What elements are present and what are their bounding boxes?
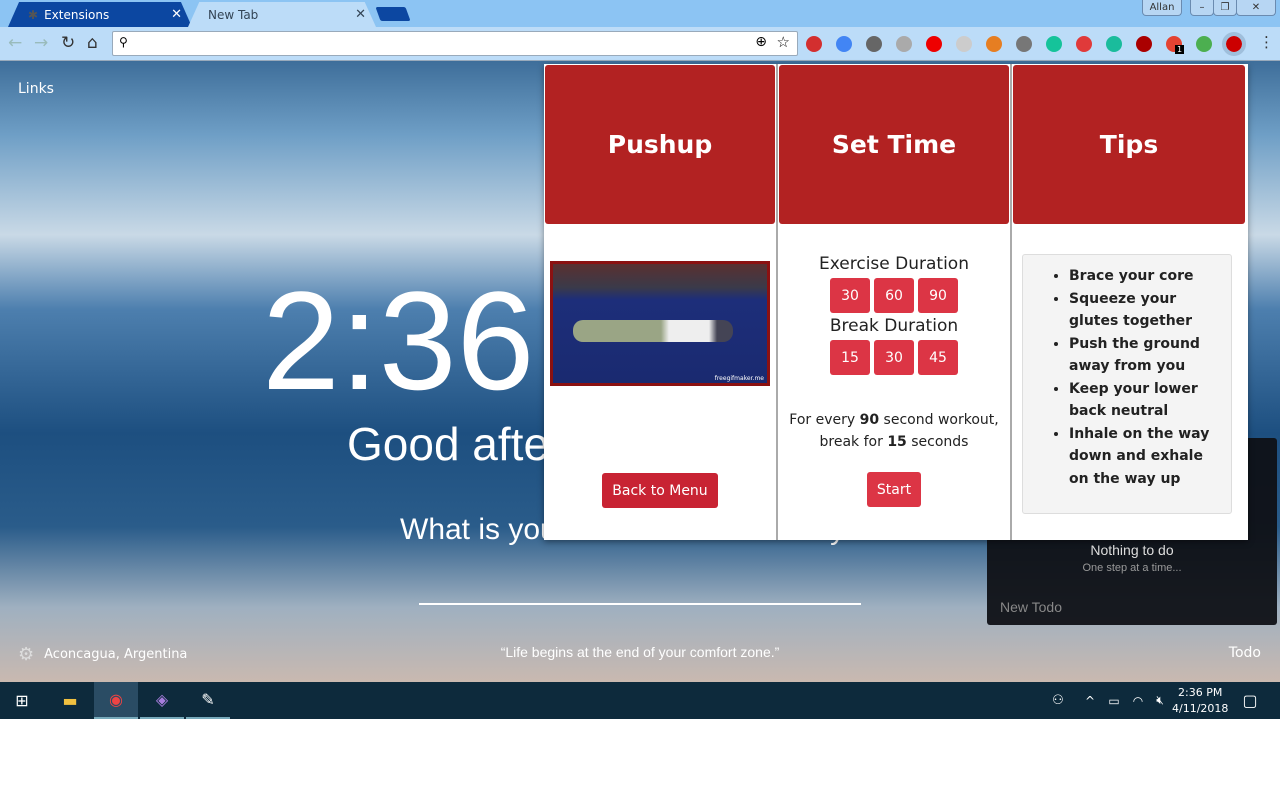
basketball-icon[interactable] xyxy=(986,36,1002,52)
close-tab-icon[interactable]: ✕ xyxy=(171,7,182,22)
forward-icon[interactable]: → xyxy=(34,33,48,53)
system-clock[interactable]: 2:36 PM 4/11/2018 xyxy=(1172,685,1228,717)
plus-shield-icon[interactable] xyxy=(1136,36,1152,52)
badge: 1 xyxy=(1175,45,1185,54)
exercise-column: Pushup freegifmaker.me Back to Menu xyxy=(544,64,778,540)
tab-extensions[interactable]: ✱ Extensions ✕ xyxy=(8,2,192,27)
tips-title: Tips xyxy=(1013,65,1245,224)
address-bar[interactable]: ⚲ ⊕ ☆ xyxy=(112,31,798,56)
search-icon: ⚲ xyxy=(119,35,128,49)
back-icon[interactable]: ← xyxy=(8,33,22,53)
close-tab-icon[interactable]: ✕ xyxy=(355,7,366,22)
break-45-button[interactable]: 45 xyxy=(918,340,958,375)
action-center-icon[interactable]: ▢ xyxy=(1228,682,1272,719)
visual-studio-icon[interactable]: ◈ xyxy=(140,682,184,719)
exercise-title: Pushup xyxy=(545,65,775,224)
new-tab-button[interactable] xyxy=(375,7,411,21)
tab-new-tab[interactable]: New Tab ✕ xyxy=(188,2,376,27)
rm-icon[interactable] xyxy=(1222,32,1246,56)
taskbar: ⊞ ▬ ◉ ◈ ✎ ⚇ ^ ▭ ◠ 🔇︎ 2:36 PM 4/11/2018 ▢ xyxy=(0,682,1280,719)
css-icon[interactable] xyxy=(896,36,912,52)
break-duration-label: Break Duration xyxy=(829,316,959,336)
pushup-animation: freegifmaker.me xyxy=(550,261,770,386)
todo-empty-text: Nothing to do xyxy=(1090,542,1174,558)
set-time-column: Set Time Exercise Duration 30 60 90 Brea… xyxy=(778,64,1012,540)
menu-icon[interactable]: ⋮ xyxy=(1259,33,1274,51)
bookmark-star-icon[interactable]: ☆ xyxy=(777,33,790,51)
m-icon[interactable] xyxy=(1106,36,1122,52)
book-icon[interactable] xyxy=(806,36,822,52)
paint-icon[interactable]: ✎ xyxy=(186,682,230,719)
windows-start-icon[interactable]: ⊞ xyxy=(0,682,44,719)
links-button[interactable]: Links xyxy=(18,81,54,97)
location: ⚙ Aconcagua, Argentina xyxy=(18,644,188,665)
schedule-summary: For every 90 second workout, break for 1… xyxy=(789,412,999,450)
tip-item: Squeeze your glutes together xyxy=(1069,288,1223,333)
gear-icon[interactable]: ⚙ xyxy=(18,644,34,665)
file-explorer-icon[interactable]: ▬ xyxy=(48,682,92,719)
break-30-button[interactable]: 30 xyxy=(874,340,914,375)
compass-icon[interactable] xyxy=(1196,36,1212,52)
grammarly-icon[interactable] xyxy=(1046,36,1062,52)
record-icon[interactable] xyxy=(1076,36,1092,52)
ublock-icon[interactable] xyxy=(866,36,882,52)
tips-column: Tips Brace your core Squeeze your glutes… xyxy=(1012,64,1246,540)
tab-bar: ✱ Extensions ✕ New Tab ✕ Allan – ❐ ✕ xyxy=(0,0,1280,27)
tip-item: Brace your core xyxy=(1069,265,1223,288)
tip-item: Keep your lower back neutral xyxy=(1069,378,1223,423)
focus-input[interactable] xyxy=(419,603,861,605)
translate-icon[interactable] xyxy=(836,36,852,52)
clock: 2:36 xyxy=(262,262,535,419)
chrome-icon[interactable]: ◉ xyxy=(94,682,138,719)
start-button[interactable]: Start xyxy=(867,472,921,507)
todoist-icon[interactable]: 1 xyxy=(1166,36,1185,54)
new-todo-input[interactable]: New Todo xyxy=(1000,599,1062,615)
tips-list: Brace your core Squeeze your glutes toge… xyxy=(1022,254,1232,514)
home-icon[interactable]: ⌂ xyxy=(87,33,98,53)
todo-subtext: One step at a time... xyxy=(1082,562,1182,574)
break-15-button[interactable]: 15 xyxy=(830,340,870,375)
profile-button[interactable]: Allan xyxy=(1142,0,1182,16)
exercise-90-button[interactable]: 90 xyxy=(918,278,958,313)
restore-button[interactable]: ❐ xyxy=(1213,0,1237,16)
exercise-60-button[interactable]: 60 xyxy=(874,278,914,313)
todo-button[interactable]: Todo xyxy=(1229,645,1261,661)
close-window-button[interactable]: ✕ xyxy=(1236,0,1276,16)
extension-popup: Pushup freegifmaker.me Back to Menu Set … xyxy=(544,64,1248,540)
back-to-menu-button[interactable]: Back to Menu xyxy=(602,473,718,508)
toolbar: ← → ↻ ⌂ ⚲ ⊕ ☆ 1 ⋮ xyxy=(0,27,1280,61)
shield-icon[interactable] xyxy=(956,36,972,52)
puzzle-icon: ✱ xyxy=(28,7,39,22)
quote: “Life begins at the end of your comfort … xyxy=(500,644,780,660)
location-icon[interactable]: ⊕ xyxy=(755,34,767,50)
minimize-button[interactable]: – xyxy=(1190,0,1214,16)
exercise-30-button[interactable]: 30 xyxy=(830,278,870,313)
set-time-title: Set Time xyxy=(779,65,1009,224)
tip-item: Push the ground away from you xyxy=(1069,333,1223,378)
tip-item: Inhale on the way down and exhale on the… xyxy=(1069,423,1223,491)
exercise-duration-label: Exercise Duration xyxy=(819,254,969,274)
opera-stop-icon[interactable] xyxy=(926,36,942,52)
reload-icon[interactable]: ↻ xyxy=(61,33,75,53)
office-icon[interactable] xyxy=(1016,36,1032,52)
